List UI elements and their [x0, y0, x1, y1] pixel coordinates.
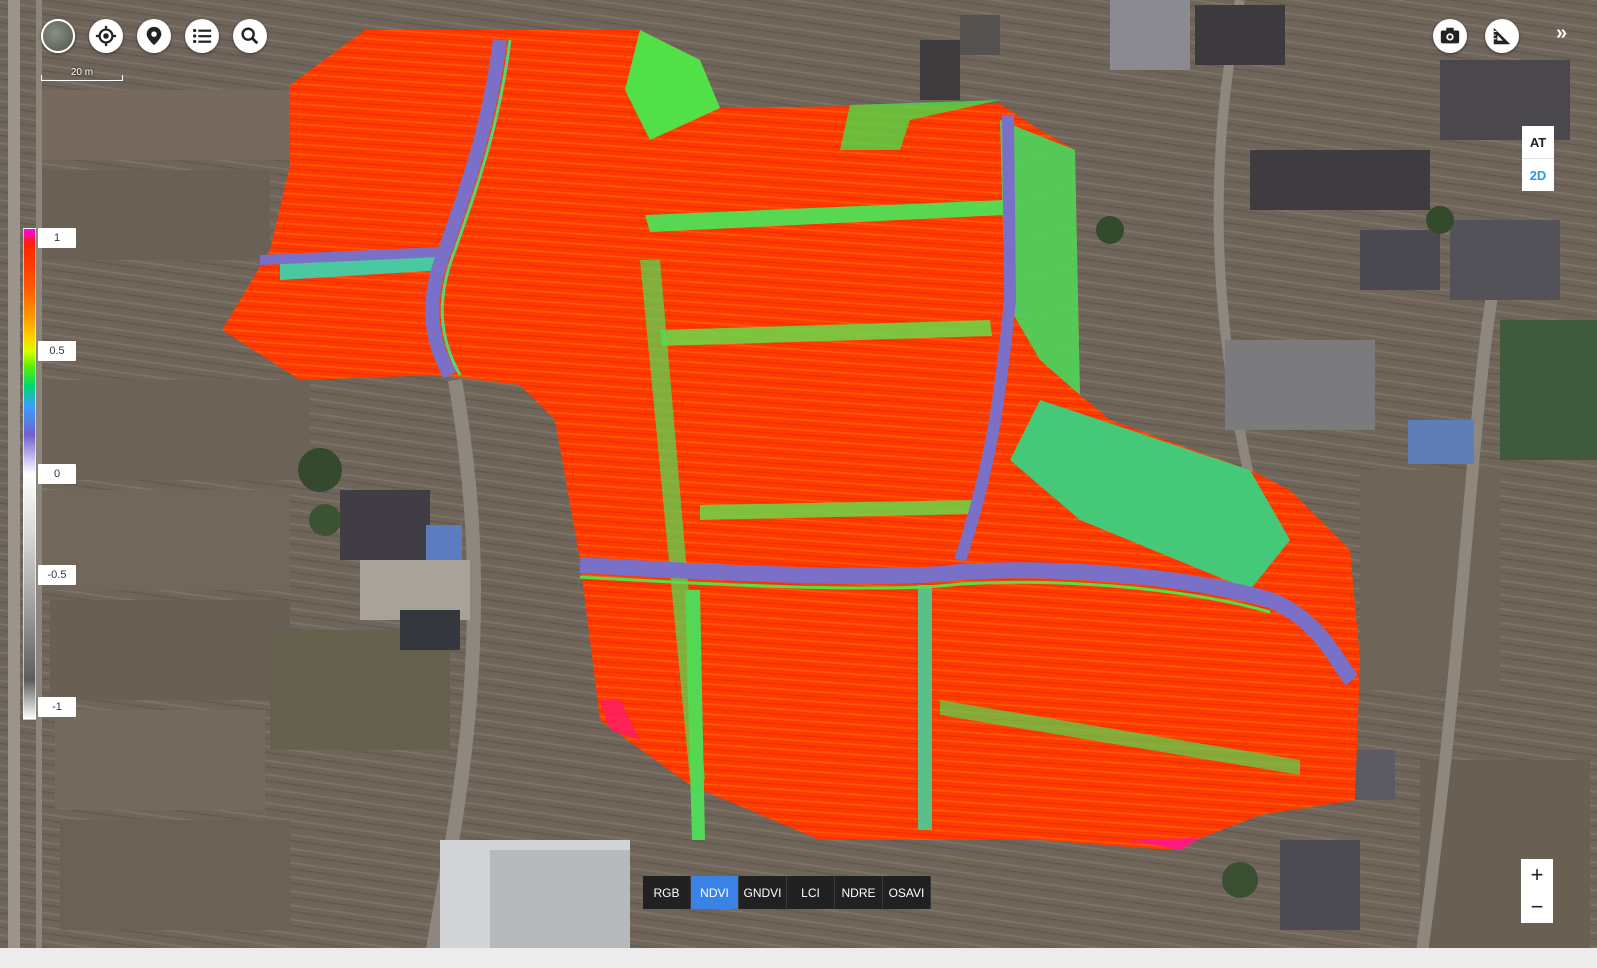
search-button[interactable]	[233, 19, 267, 53]
list-icon	[193, 28, 212, 44]
list-button[interactable]	[185, 19, 219, 53]
view-mode-at-button[interactable]: AT	[1522, 126, 1554, 159]
scale-bar-line	[41, 75, 123, 81]
map-pin-icon	[146, 26, 162, 46]
locate-button[interactable]	[89, 19, 123, 53]
layer-thumbnail-button[interactable]	[41, 19, 75, 53]
legend-label-min: -1	[38, 697, 76, 717]
index-gndvi-button[interactable]: GNDVI	[739, 876, 787, 909]
view-mode-2d-button[interactable]: 2D	[1522, 159, 1554, 191]
index-selector: RGB NDVI GNDVI LCI NDRE OSAVI	[643, 876, 931, 909]
index-lci-button[interactable]: LCI	[787, 876, 835, 909]
legend-label-high: 0.5	[38, 341, 76, 361]
screenshot-button[interactable]	[1433, 19, 1467, 53]
map-canvas[interactable]	[0, 0, 1597, 968]
legend-label-zero: 0	[38, 464, 76, 484]
index-rgb-button[interactable]: RGB	[643, 876, 691, 909]
map-thumbnail-icon	[41, 19, 75, 53]
camera-icon	[1440, 27, 1460, 44]
measure-button[interactable]	[1485, 19, 1519, 53]
search-icon	[241, 27, 259, 45]
ndvi-legend-colorbar	[23, 228, 36, 720]
crosshair-icon	[95, 25, 117, 47]
scale-bar: 20 m	[41, 67, 123, 81]
zoom-out-button[interactable]: −	[1521, 891, 1553, 923]
legend-label-low: -0.5	[38, 565, 76, 585]
index-ndre-button[interactable]: NDRE	[835, 876, 883, 909]
zoom-in-button[interactable]: +	[1521, 859, 1553, 892]
bottom-strip	[0, 948, 1597, 968]
index-ndvi-button[interactable]: NDVI	[691, 876, 739, 909]
collapse-panel-button[interactable]: »	[1556, 22, 1576, 46]
marker-button[interactable]	[137, 19, 171, 53]
legend-label-max: 1	[38, 228, 76, 248]
ruler-triangle-icon	[1493, 27, 1511, 45]
index-osavi-button[interactable]: OSAVI	[883, 876, 931, 909]
